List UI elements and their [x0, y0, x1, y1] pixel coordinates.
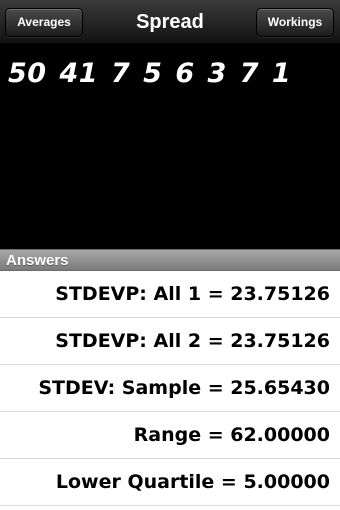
answers-list: STDEVP: All 1 = 23.75126 STDEVP: All 2 =… — [0, 271, 340, 510]
navigation-bar: Averages Spread Workings — [0, 0, 340, 44]
answer-row-stdevp-all-2[interactable]: STDEVP: All 2 = 23.75126 — [0, 318, 340, 365]
answer-row-stdevp-all-1[interactable]: STDEVP: All 1 = 23.75126 — [0, 271, 340, 318]
workings-button[interactable]: Workings — [256, 8, 334, 37]
answers-section-header: Answers — [0, 249, 340, 271]
number-input-area[interactable]: 50 41 7 5 6 3 7 1 — [0, 44, 340, 244]
averages-button[interactable]: Averages — [5, 8, 83, 37]
answer-row-range[interactable]: Range = 62.00000 — [0, 412, 340, 459]
page-title: Spread — [136, 11, 204, 33]
numbers-input-text[interactable]: 50 41 7 5 6 3 7 1 — [8, 58, 332, 89]
answer-row-lower-quartile[interactable]: Lower Quartile = 5.00000 — [0, 459, 340, 506]
answer-row-stdev-sample[interactable]: STDEV: Sample = 25.65430 — [0, 365, 340, 412]
